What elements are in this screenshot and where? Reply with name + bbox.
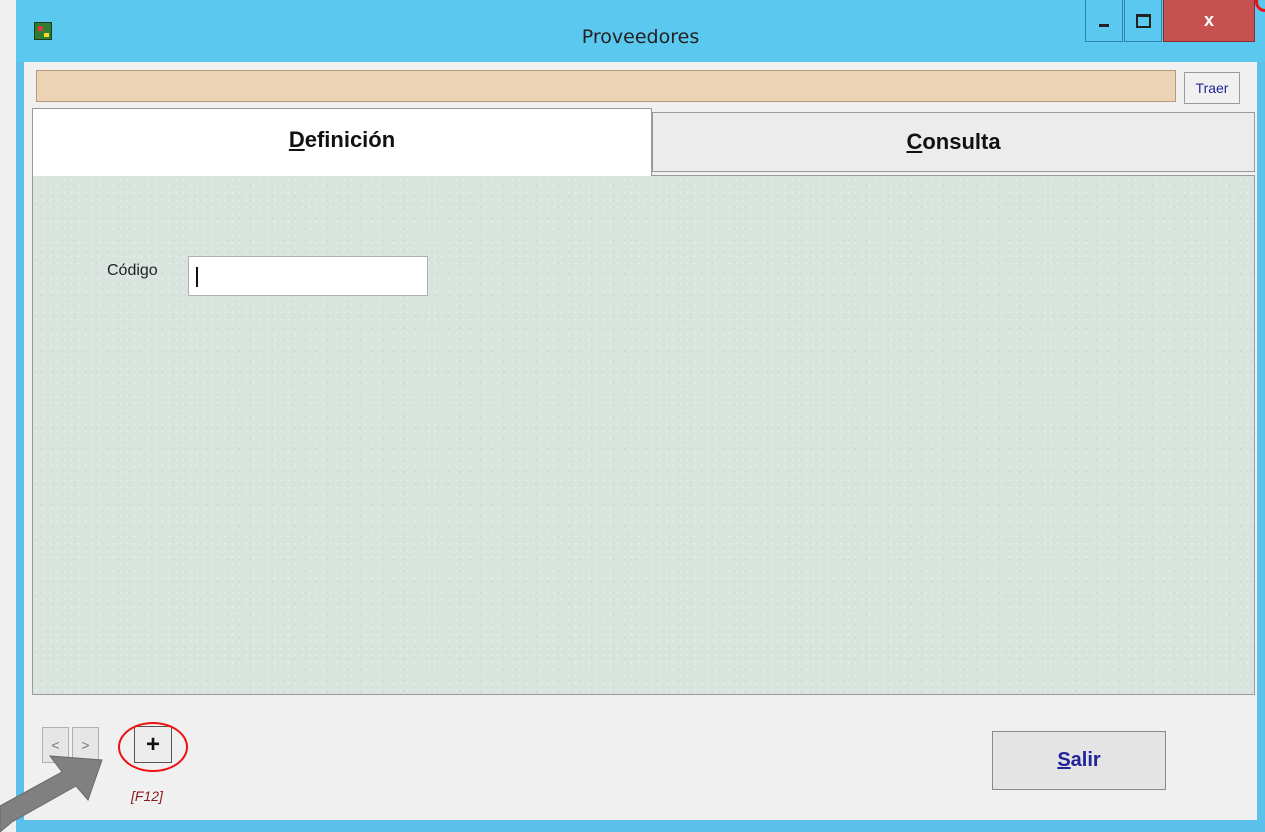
text-caret <box>196 267 198 287</box>
tab-consulta-label: onsulta <box>922 129 1001 154</box>
traer-button[interactable]: Traer <box>1184 72 1240 104</box>
record-search-field[interactable] <box>36 70 1176 102</box>
maximize-icon <box>1135 13 1151 28</box>
minimize-icon <box>1099 24 1109 27</box>
client-area: Traer Definición Consulta Código < > + [… <box>24 62 1257 820</box>
close-icon: x <box>1203 10 1214 30</box>
tab-consulta-mnemonic: C <box>906 129 923 154</box>
codigo-label: Código <box>107 262 158 279</box>
tab-definicion[interactable]: Definición <box>32 108 652 176</box>
close-button[interactable]: x <box>1163 0 1255 42</box>
definicion-panel: Código <box>32 175 1255 695</box>
tab-definicion-mnemonic: D <box>288 126 305 152</box>
maximize-button[interactable] <box>1124 0 1162 42</box>
pointer-arrow-icon <box>0 755 103 832</box>
tab-strip: Definición Consulta <box>32 108 1257 176</box>
tab-definicion-label: efinición <box>304 126 396 152</box>
title-bar[interactable]: Proveedores x <box>16 0 1265 62</box>
salir-label: alir <box>1070 749 1101 771</box>
proveedores-window: Proveedores x Traer Definición Consulta … <box>16 0 1265 832</box>
window-title: Proveedores <box>581 26 700 48</box>
codigo-input[interactable] <box>188 256 428 296</box>
minimize-button[interactable] <box>1085 0 1123 42</box>
salir-mnemonic: S <box>1057 749 1071 771</box>
salir-button[interactable]: Salir <box>992 731 1166 790</box>
tab-consulta[interactable]: Consulta <box>652 112 1255 172</box>
